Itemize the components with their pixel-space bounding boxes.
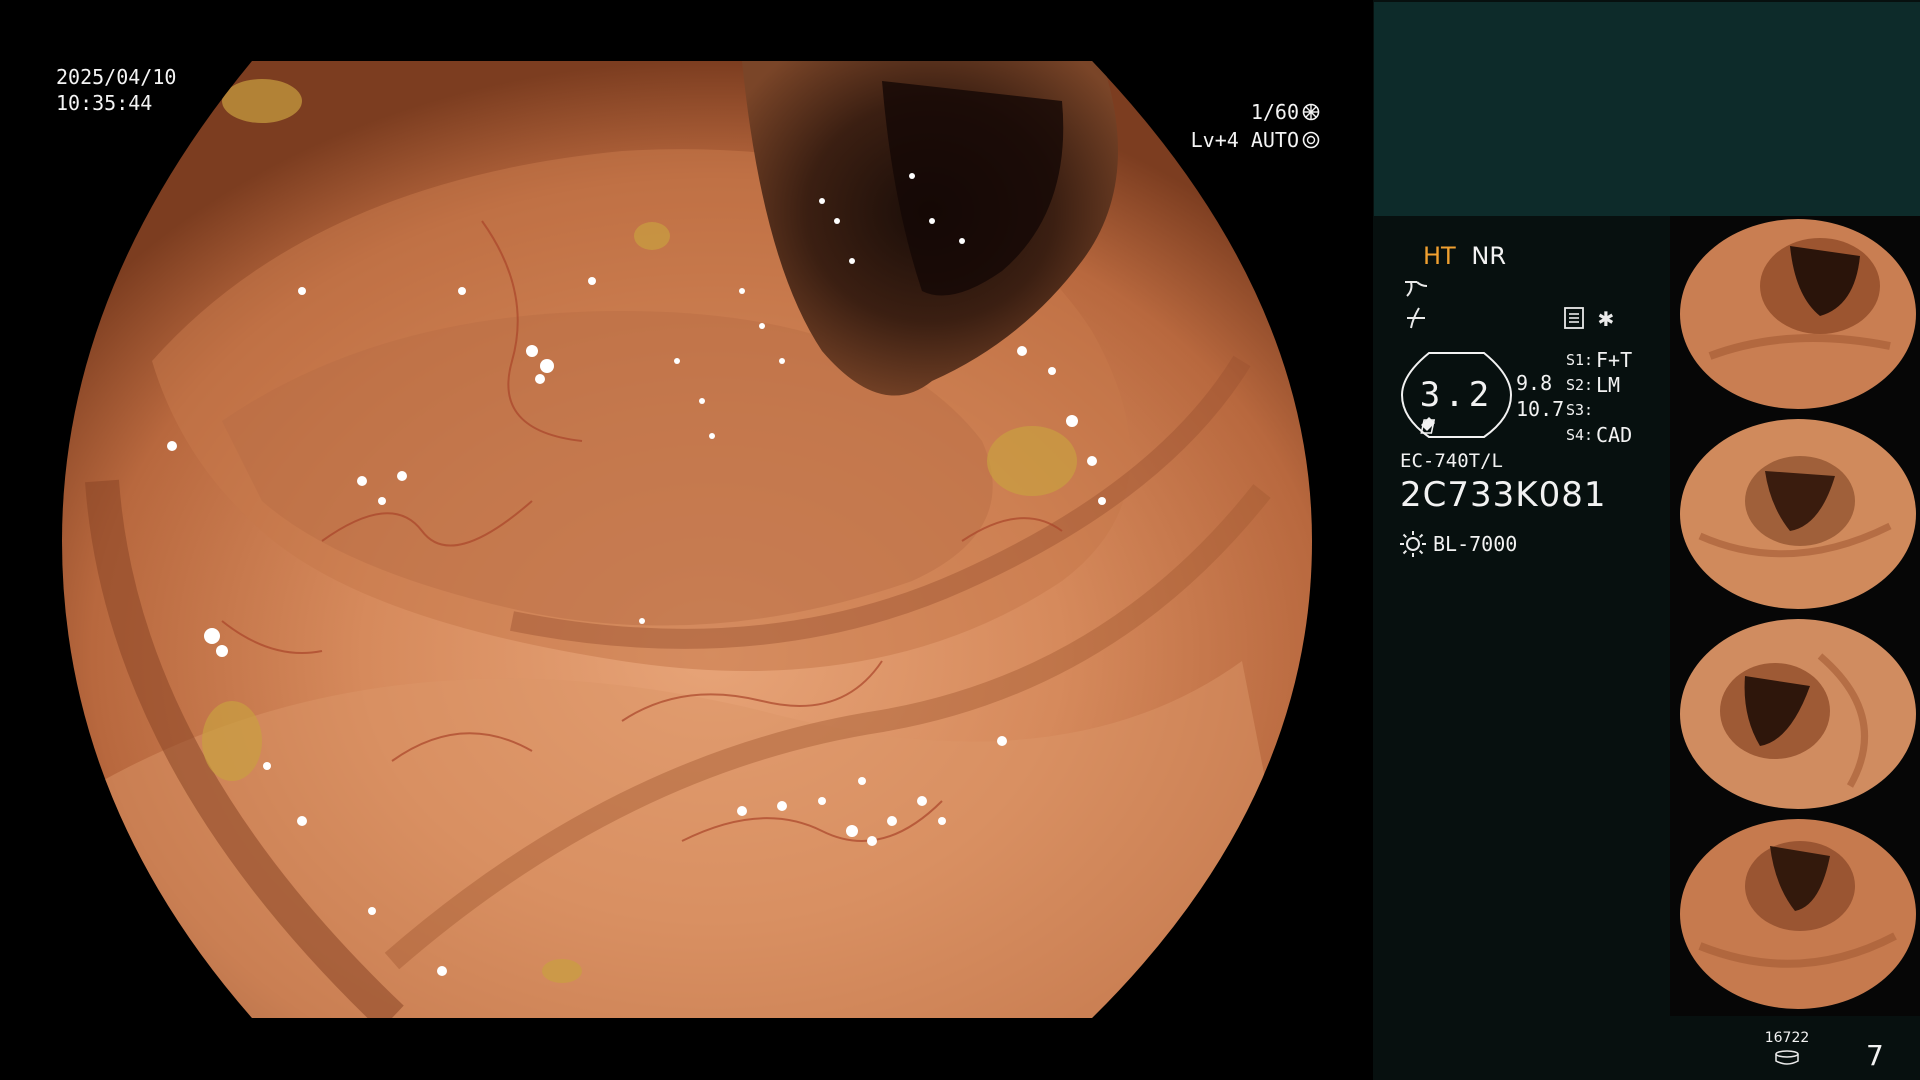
light-source-indicator: BL-7000: [1399, 530, 1517, 558]
date-time-readout: 2025/04/10 10:35:44: [56, 64, 176, 116]
storage-count: 16722: [1764, 1030, 1810, 1046]
settings-list-icon: [1564, 307, 1584, 329]
structure-enhance-icon: [1405, 281, 1428, 297]
colon-mucosa-image: [62, 61, 1312, 1018]
image-mode-indicator: HT NR: [1423, 242, 1506, 270]
page-number: 7: [1866, 1039, 1884, 1072]
focus-depth-values: 9.8 10.7: [1516, 370, 1564, 422]
endoscope-monitor: 2025/04/10 10:35:44 1/60 Lv+4 AUTO HT NR…: [0, 0, 1920, 1080]
endoscope-live-image: [62, 61, 1312, 1018]
shutter-wheel-icon: [1302, 103, 1320, 121]
freeze-mode-icon: [1407, 307, 1425, 329]
captured-thumbnail[interactable]: [1670, 416, 1920, 616]
exposure-readout: 1/60 Lv+4 AUTO: [1191, 98, 1320, 154]
captured-thumbnail[interactable]: [1670, 816, 1920, 1016]
switch-s3: S3:: [1566, 401, 1594, 419]
captured-thumbnail[interactable]: [1670, 216, 1920, 416]
light-source-model: BL-7000: [1433, 532, 1518, 556]
brightness-level-text: Lv+4 AUTO: [1190, 128, 1299, 152]
switch-s1: S1: F+T: [1566, 348, 1633, 372]
switch-s4: S4: CAD: [1566, 423, 1633, 447]
nr-label: NR: [1471, 242, 1506, 270]
shutter-speed-text: 1/60: [1250, 100, 1299, 124]
scope-status-block: HT NR ✱ 3.2 9.8 10.7 S1: F+T S2: LM S3: …: [1373, 230, 1673, 590]
scope-switch-assignments: S1: F+T S2: LM S3: S4: CAD: [1566, 348, 1632, 448]
zoom-value: 3.2: [1419, 375, 1494, 415]
depth-far: 10.7: [1516, 397, 1565, 421]
depth-near: 9.8: [1516, 371, 1553, 395]
time-text: 10:35:44: [56, 91, 153, 115]
scope-serial-number: 2C733K081: [1400, 475, 1607, 515]
scope-model: EC-740T/L: [1400, 450, 1503, 472]
captured-image-list: [1670, 216, 1920, 1016]
patient-info-box: [1374, 2, 1920, 216]
switch-s2: S2: LM: [1566, 373, 1621, 397]
captured-thumbnail[interactable]: [1670, 616, 1920, 816]
disk-icon: [1775, 1050, 1799, 1065]
iris-icon: [1302, 131, 1320, 149]
asterisk-icon: ✱: [1598, 303, 1614, 333]
sun-icon: [1400, 531, 1426, 557]
ht-label: HT: [1423, 242, 1456, 270]
date-text: 2025/04/10: [56, 65, 177, 89]
